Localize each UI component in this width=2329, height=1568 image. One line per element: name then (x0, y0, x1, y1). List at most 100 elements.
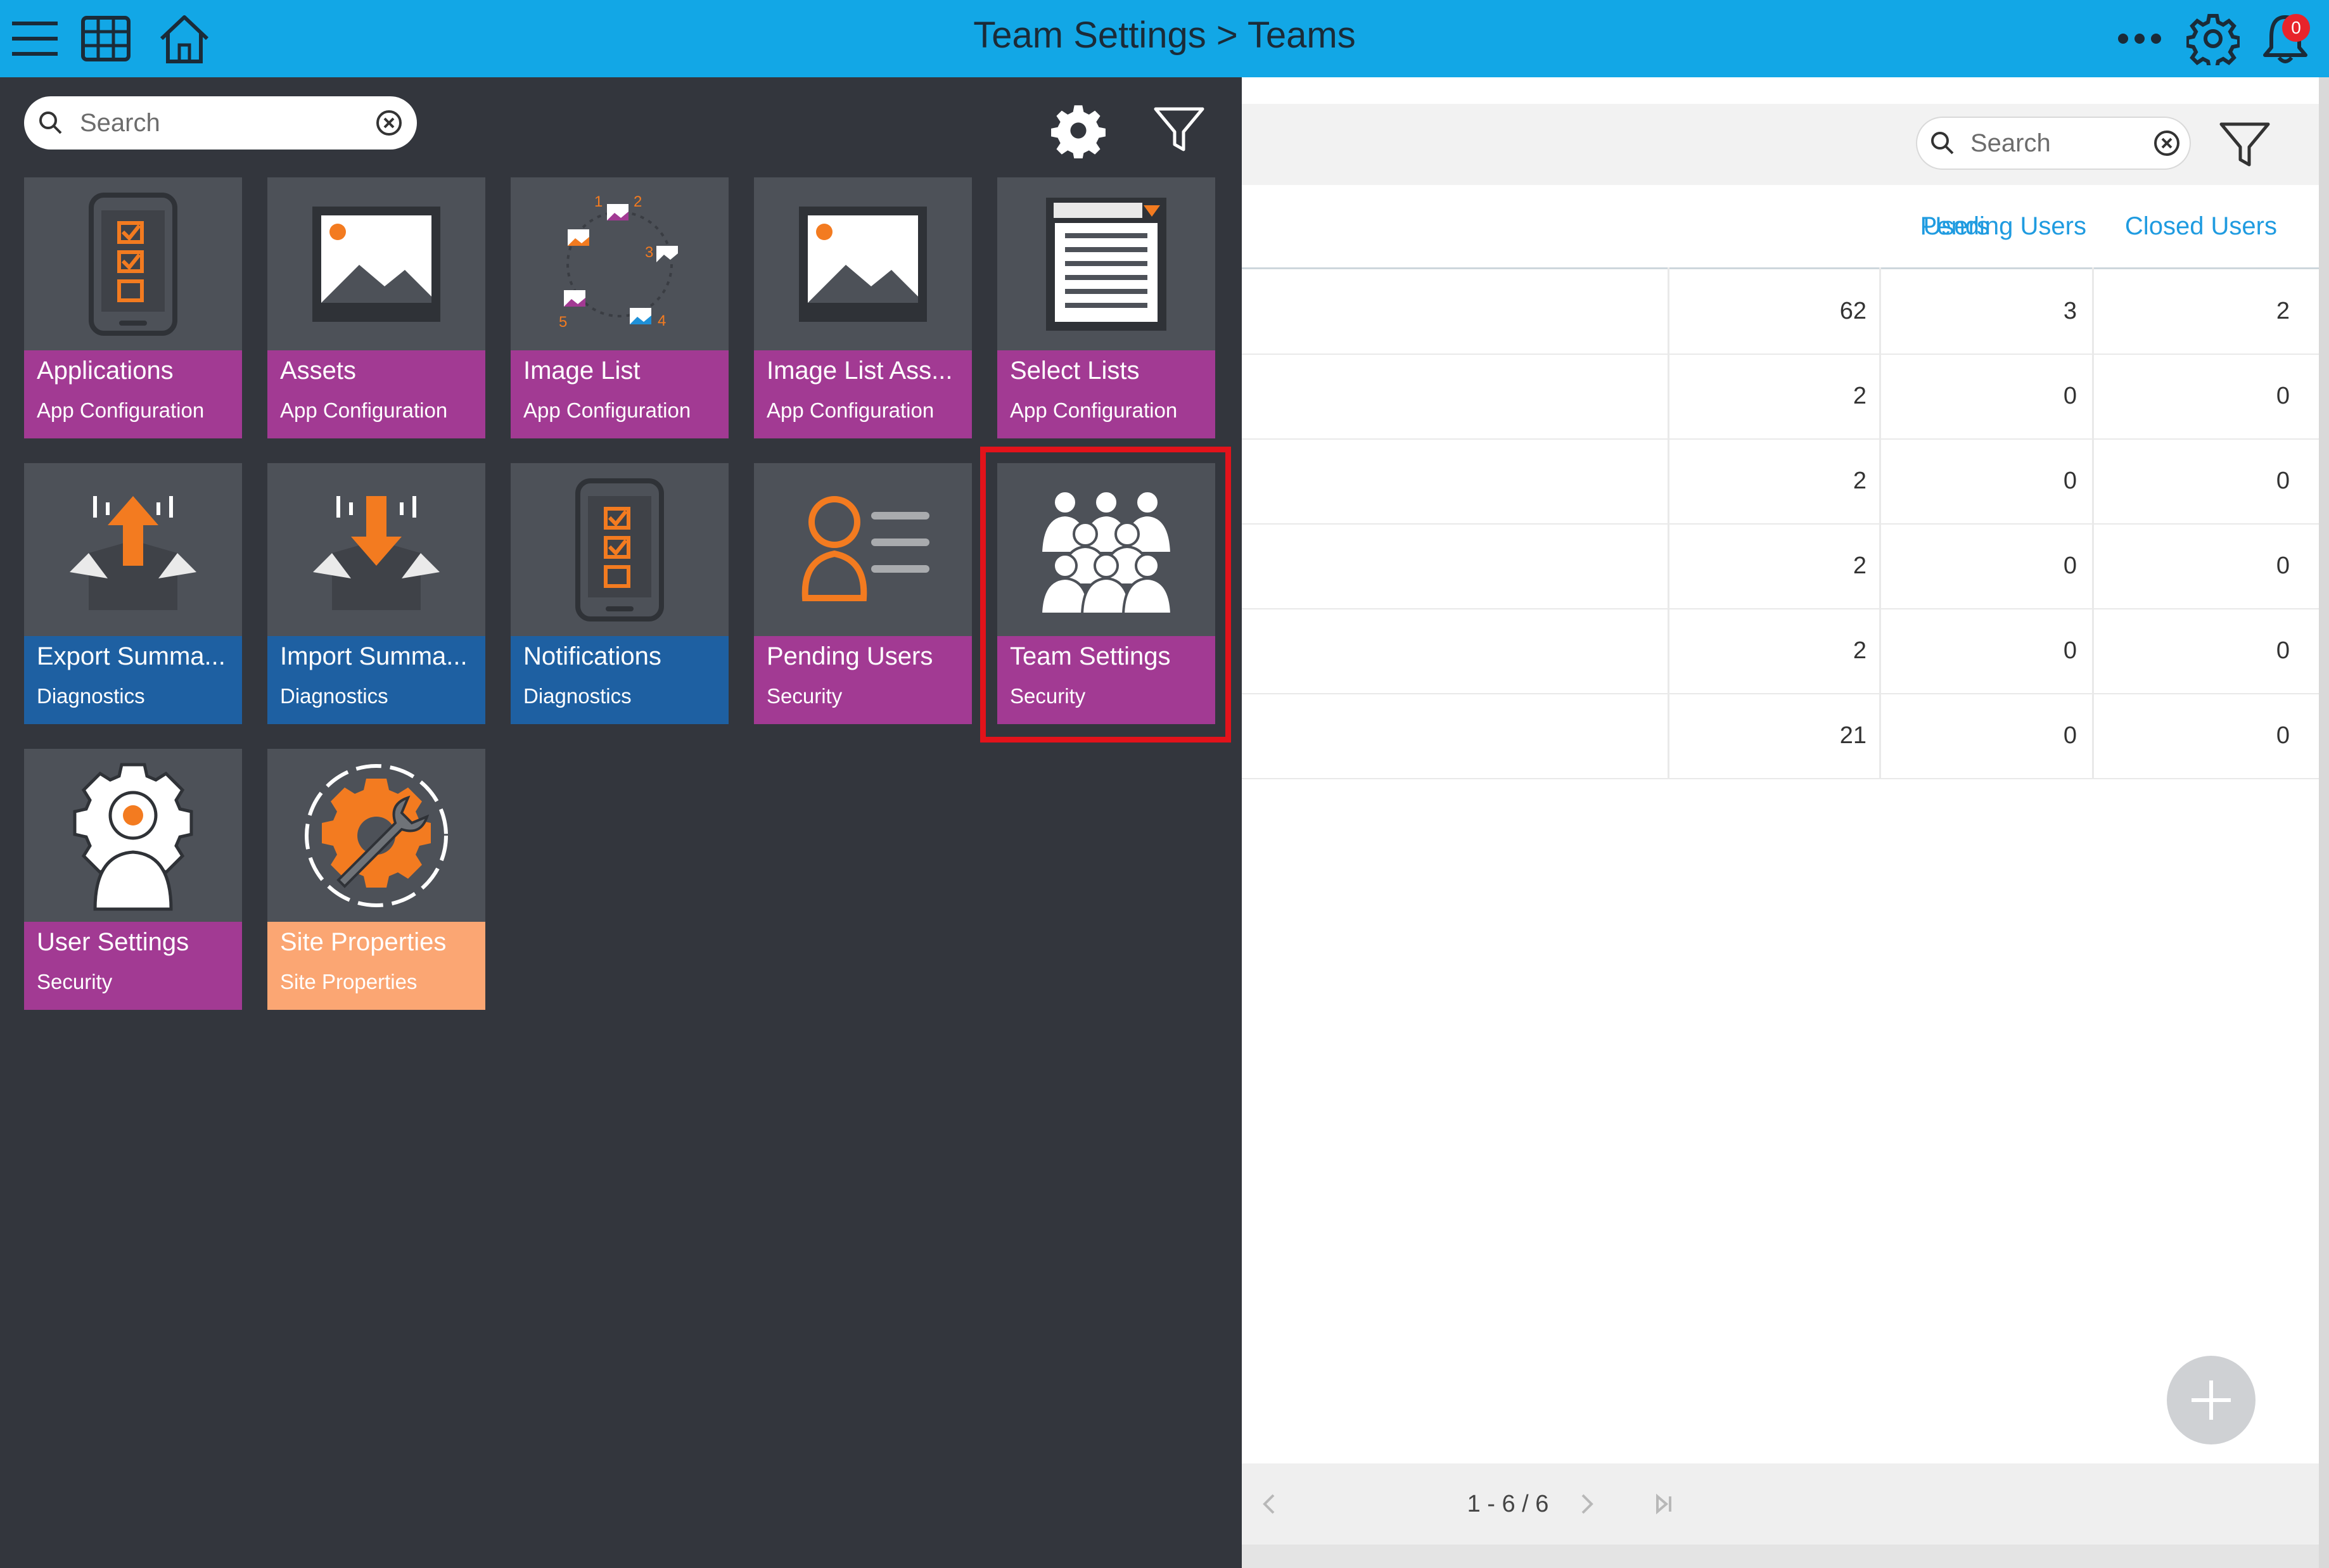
previous-page-icon[interactable] (1254, 1489, 1285, 1519)
tile-title: Notifications (523, 642, 661, 670)
scrollbar[interactable] (2319, 77, 2329, 1568)
table-row[interactable]: 2 0 0 (1242, 608, 2319, 694)
tile-title: User Settings (37, 928, 189, 956)
tile-select-lists[interactable]: Select Lists App Configuration (997, 177, 1215, 438)
cell-closed-users: 0 (2276, 552, 2290, 579)
tile-import-summary[interactable]: Import Summa... Diagnostics (267, 463, 485, 724)
tile-image-list[interactable]: 1 2 3 4 5 Image List App Configuration (511, 177, 729, 438)
table-search-input[interactable]: Search (1916, 117, 2191, 170)
cell-closed-users: 0 (2276, 722, 2290, 749)
tile-title: Image List (523, 357, 641, 385)
tile-notifications[interactable]: Notifications Diagnostics (511, 463, 729, 724)
table-toolbar: Search (1242, 104, 2319, 185)
search-icon (1931, 132, 1954, 155)
bottom-strip (1242, 1545, 2319, 1568)
tile-category: Security (767, 684, 843, 708)
next-page-icon[interactable] (1571, 1489, 1602, 1519)
tile-title: Import Summa... (280, 642, 468, 670)
launcher-search-placeholder: Search (80, 109, 160, 137)
column-header-closed-users[interactable]: Closed Users (2065, 185, 2277, 267)
tile-title: Pending Users (767, 642, 933, 670)
tile-category: App Configuration (280, 398, 448, 422)
cell-closed-users: 0 (2276, 468, 2290, 494)
pending-user-icon (801, 495, 929, 601)
wrench-gear-icon (305, 763, 448, 907)
cell-closed-users: 0 (2276, 637, 2290, 664)
column-header-pending-users[interactable]: Pending Users (1875, 185, 2086, 267)
cell-pending-users: 0 (2063, 383, 2077, 409)
cell-users: 62 (1839, 298, 1866, 324)
last-page-icon[interactable] (1649, 1489, 1679, 1519)
pagination-bar: 1 - 6 / 6 (1242, 1463, 2319, 1545)
svg-text:2: 2 (634, 193, 642, 210)
tile-category: Diagnostics (280, 684, 388, 708)
tile-title: Select Lists (1010, 357, 1140, 385)
page-title: Team Settings > Teams (973, 15, 1356, 56)
table-row[interactable]: 2 0 0 (1242, 523, 2319, 609)
teams-content-panel: Search Users Pending Users Closed Users … (1242, 77, 2319, 1545)
selection-highlight (980, 447, 1231, 743)
tile-category: App Configuration (1010, 398, 1178, 422)
launcher-filter-icon[interactable] (1152, 103, 1206, 157)
phone-checklist-icon (575, 478, 664, 621)
cell-pending-users: 3 (2063, 298, 2077, 324)
add-button[interactable] (2167, 1356, 2256, 1444)
tile-applications[interactable]: Applications App Configuration (24, 177, 242, 438)
table-search-placeholder: Search (1970, 129, 2051, 157)
tile-title: Site Properties (280, 928, 447, 956)
tile-title: Assets (280, 357, 357, 385)
tile-assets[interactable]: Assets App Configuration (267, 177, 485, 438)
top-bar: Team Settings > Teams 0 (0, 0, 2329, 77)
user-gear-icon (73, 763, 193, 910)
select-list-icon (1046, 197, 1166, 331)
tile-category: Security (37, 970, 113, 993)
cell-users: 2 (1853, 552, 1866, 579)
tile-category: Diagnostics (523, 684, 632, 708)
tile-export-summary[interactable]: Export Summa... Diagnostics (24, 463, 242, 724)
launcher-settings-icon[interactable] (1050, 103, 1106, 158)
cell-users: 2 (1853, 383, 1866, 409)
launcher-search-input[interactable]: Search (24, 96, 417, 150)
settings-gear-icon[interactable] (2183, 9, 2243, 68)
table-row[interactable]: 2 0 0 (1242, 354, 2319, 440)
tile-title: Export Summa... (37, 642, 226, 670)
tile-site-properties[interactable]: Site Properties Site Properties (267, 749, 485, 1010)
search-icon (39, 112, 62, 134)
tile-category: Site Properties (280, 970, 418, 993)
tile-category: App Configuration (37, 398, 205, 422)
app-launcher-panel: Search Applications App Configuration As… (0, 77, 1242, 1568)
table-filter-icon[interactable] (2217, 118, 2272, 172)
export-box-icon (70, 495, 196, 610)
cell-pending-users: 0 (2063, 722, 2077, 749)
more-options-icon[interactable] (2110, 9, 2169, 68)
clear-search-icon[interactable] (2152, 128, 2182, 158)
cell-users: 2 (1853, 468, 1866, 494)
tile-category: Diagnostics (37, 684, 145, 708)
table-header: Users Pending Users Closed Users (1242, 185, 2319, 269)
cell-pending-users: 0 (2063, 637, 2077, 664)
cell-users: 21 (1839, 722, 1866, 749)
tile-category: App Configuration (523, 398, 691, 422)
tile-user-settings[interactable]: User Settings Security (24, 749, 242, 1010)
tile-image-list-assets[interactable]: Image List Ass... App Configuration (754, 177, 972, 438)
cell-users: 2 (1853, 637, 1866, 664)
cell-closed-users: 0 (2276, 383, 2290, 409)
image-icon (312, 206, 440, 322)
svg-text:5: 5 (559, 314, 567, 331)
image-icon (799, 206, 927, 322)
clear-search-icon[interactable] (374, 108, 404, 138)
phone-checklist-icon (89, 192, 177, 336)
svg-text:3: 3 (645, 244, 653, 261)
table-row[interactable]: 62 3 2 (1242, 269, 2319, 355)
import-box-icon (313, 495, 440, 610)
plus-icon (2192, 1380, 2231, 1420)
cell-closed-users: 2 (2276, 298, 2290, 324)
table-row[interactable]: 21 0 0 (1242, 693, 2319, 779)
notification-badge: 0 (2282, 14, 2310, 42)
table-row[interactable]: 2 0 0 (1242, 438, 2319, 525)
image-list-icon: 1 2 3 4 5 (559, 193, 678, 331)
cell-pending-users: 0 (2063, 468, 2077, 494)
svg-text:4: 4 (658, 312, 666, 329)
tile-pending-users[interactable]: Pending Users Security (754, 463, 972, 724)
tile-title: Applications (37, 357, 174, 385)
